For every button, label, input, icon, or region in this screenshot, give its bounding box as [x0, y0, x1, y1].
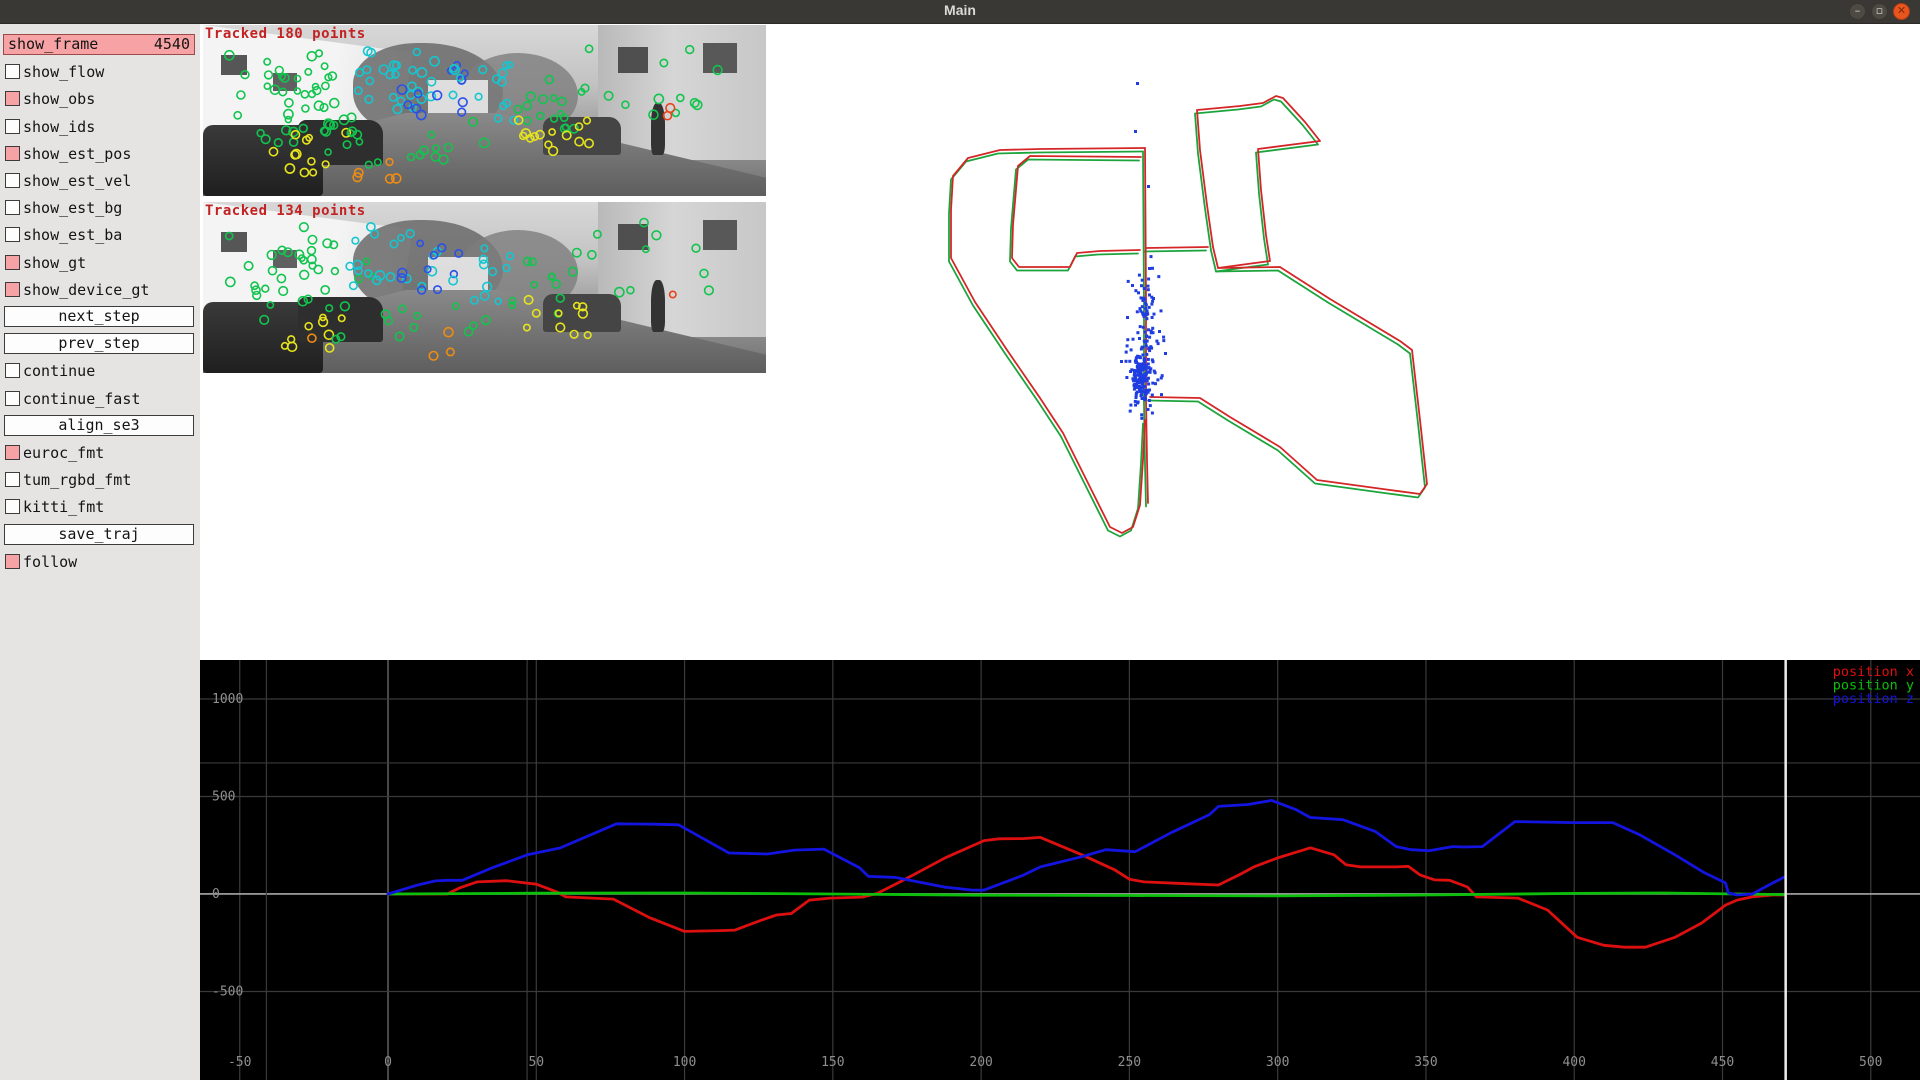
prev_step-button[interactable]: prev_step — [4, 333, 194, 354]
sidebar-row-save_traj: save_traj — [0, 524, 200, 548]
window-controls: – ▫ ✕ — [1849, 3, 1910, 20]
checkbox-label-continue_fast: continue_fast — [23, 389, 140, 410]
y-tick-label: 0 — [212, 887, 220, 902]
checkbox-euroc_fmt[interactable] — [5, 445, 20, 460]
sidebar-row-euroc_fmt: euroc_fmt — [0, 442, 200, 466]
sidebar-row-show_flow: show_flow — [0, 61, 200, 85]
tracked-points-label: Tracked 134 points — [205, 203, 366, 219]
sidebar-row-prev_step: prev_step — [0, 333, 200, 357]
slider-value: 4540 — [154, 35, 190, 54]
window-title: Main — [0, 2, 1920, 18]
x-tick-label: 450 — [1711, 1055, 1734, 1070]
x-tick-label: 500 — [1859, 1055, 1882, 1070]
sidebar-row-tum_rgbd_fmt: tum_rgbd_fmt — [0, 469, 200, 493]
x-tick-label: 100 — [673, 1055, 696, 1070]
position-plot-panel: -500501001502002503003504004505001000500… — [200, 660, 1920, 1080]
x-tick-label: -50 — [228, 1055, 251, 1070]
save_traj-button[interactable]: save_traj — [4, 524, 194, 545]
sidebar-row-show_est_pos: show_est_pos — [0, 143, 200, 167]
checkbox-continue_fast[interactable] — [5, 391, 20, 406]
checkbox-show_est_ba[interactable] — [5, 227, 20, 242]
checkbox-show_flow[interactable] — [5, 64, 20, 79]
tracked-points-label: Tracked 180 points — [205, 26, 366, 42]
sidebar-row-show_gt: show_gt — [0, 252, 200, 276]
checkbox-label-kitti_fmt: kitti_fmt — [23, 497, 104, 518]
slider-label: show_frame — [8, 35, 98, 54]
checkbox-show_est_vel[interactable] — [5, 173, 20, 188]
checkbox-show_ids[interactable] — [5, 119, 20, 134]
checkbox-label-show_est_pos: show_est_pos — [23, 144, 131, 165]
sidebar-row-show_ids: show_ids — [0, 116, 200, 140]
sidebar-row-show_obs: show_obs — [0, 88, 200, 112]
sidebar-row-show_est_ba: show_est_ba — [0, 224, 200, 248]
next_step-button[interactable]: next_step — [4, 306, 194, 327]
x-tick-label: 150 — [821, 1055, 844, 1070]
sidebar-row-align_se3: align_se3 — [0, 415, 200, 439]
x-tick-label: 250 — [1118, 1055, 1141, 1070]
x-tick-label: 300 — [1266, 1055, 1289, 1070]
align_se3-button[interactable]: align_se3 — [4, 415, 194, 436]
y-tick-label: -500 — [212, 984, 243, 999]
sidebar-row-show_est_vel: show_est_vel — [0, 170, 200, 194]
checkbox-label-show_flow: show_flow — [23, 62, 104, 83]
checkbox-label-show_obs: show_obs — [23, 89, 95, 110]
checkbox-label-continue: continue — [23, 361, 95, 382]
sidebar-row-continue_fast: continue_fast — [0, 388, 200, 412]
checkbox-show_obs[interactable] — [5, 91, 20, 106]
x-tick-label: 400 — [1562, 1055, 1585, 1070]
trajectory-3d-view[interactable] — [200, 24, 1920, 660]
x-tick-label: 350 — [1414, 1055, 1437, 1070]
checkbox-show_est_bg[interactable] — [5, 200, 20, 215]
var-slider-show_frame[interactable]: show_frame 4540 — [3, 34, 195, 55]
sidebar-row-next_step: next_step — [0, 306, 200, 330]
maximize-icon[interactable]: ▫ — [1871, 3, 1888, 20]
titlebar: Main – ▫ ✕ — [0, 0, 1920, 24]
checkbox-label-show_ids: show_ids — [23, 117, 95, 138]
sidebar-row-continue: continue — [0, 360, 200, 384]
minimize-icon[interactable]: – — [1849, 3, 1866, 20]
checkbox-show_gt[interactable] — [5, 255, 20, 270]
sidebar-row-follow: follow — [0, 551, 200, 575]
position-plot-canvas[interactable]: -500501001502002503003504004505001000500… — [200, 660, 1920, 1080]
x-tick-label: 50 — [528, 1055, 544, 1070]
sidebar-row-show_frame: show_frame 4540 — [0, 34, 200, 58]
sidebar-row-kitti_fmt: kitti_fmt — [0, 496, 200, 520]
checkbox-label-show_est_ba: show_est_ba — [23, 225, 122, 246]
checkbox-label-euroc_fmt: euroc_fmt — [23, 443, 104, 464]
checkbox-label-show_est_bg: show_est_bg — [23, 198, 122, 219]
y-tick-label: 500 — [212, 789, 235, 804]
checkbox-label-show_gt: show_gt — [23, 253, 86, 274]
y-tick-label: 1000 — [212, 692, 243, 707]
checkbox-label-tum_rgbd_fmt: tum_rgbd_fmt — [23, 470, 131, 491]
checkbox-tum_rgbd_fmt[interactable] — [5, 472, 20, 487]
checkbox-label-show_device_gt: show_device_gt — [23, 280, 149, 301]
checkbox-label-show_est_vel: show_est_vel — [23, 171, 131, 192]
checkbox-label-follow: follow — [23, 552, 77, 573]
close-icon[interactable]: ✕ — [1893, 3, 1910, 20]
checkbox-follow[interactable] — [5, 554, 20, 569]
x-tick-label: 200 — [969, 1055, 992, 1070]
sidebar-row-show_device_gt: show_device_gt — [0, 279, 200, 303]
x-tick-label: 0 — [384, 1055, 392, 1070]
main-window: Main – ▫ ✕ show_frame 4540 show_flow show_o… — [0, 0, 1920, 1080]
checkbox-kitti_fmt[interactable] — [5, 499, 20, 514]
viewer-area: Tracked 180 points Tracked 134 points — [200, 24, 1920, 660]
sidebar-panel: show_frame4540show_flowshow_obsshow_idss… — [0, 24, 200, 1080]
checkbox-show_est_pos[interactable] — [5, 146, 20, 161]
sidebar-row-show_est_bg: show_est_bg — [0, 197, 200, 221]
checkbox-continue[interactable] — [5, 363, 20, 378]
checkbox-show_device_gt[interactable] — [5, 282, 20, 297]
legend-item-2: position z — [1833, 691, 1914, 707]
